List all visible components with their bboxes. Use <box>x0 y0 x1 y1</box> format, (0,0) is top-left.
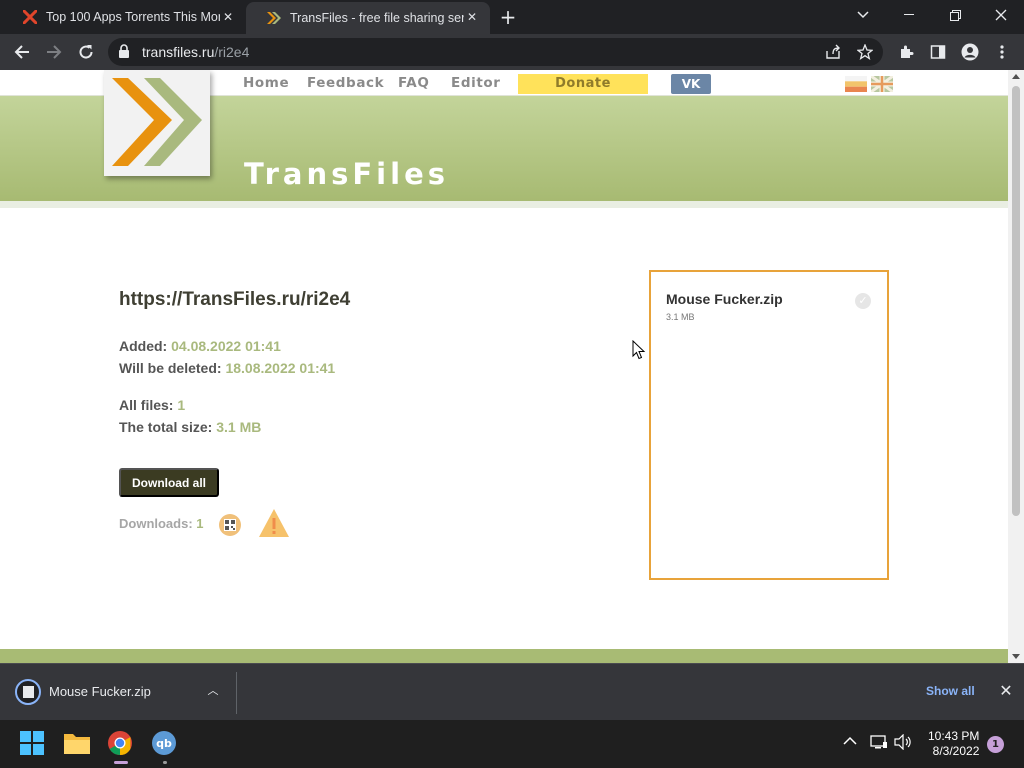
deleted-value: 18.08.2022 01:41 <box>225 360 336 376</box>
address-bar[interactable]: transfiles.ru/ri2e4 <box>108 38 883 66</box>
tab-close-icon[interactable]: ✕ <box>220 9 236 25</box>
site-name: TransFiles <box>244 157 449 191</box>
x-logo-icon <box>22 9 38 25</box>
browser-toolbar: transfiles.ru/ri2e4 <box>0 34 1024 70</box>
show-all-button[interactable]: Show all <box>926 684 975 698</box>
scrollbar-thumb[interactable] <box>1012 86 1020 516</box>
qr-code-icon[interactable] <box>219 514 241 536</box>
chrome-menu-icon[interactable] <box>990 40 1014 64</box>
files-value: 1 <box>177 397 186 413</box>
chrome-icon[interactable] <box>107 730 135 764</box>
downloads-value: 1 <box>196 516 204 531</box>
windows-start-icon[interactable] <box>19 730 47 758</box>
transfiles-chevrons-icon <box>112 78 202 166</box>
nav-faq[interactable]: FAQ <box>398 75 429 91</box>
restore-icon[interactable] <box>932 0 978 30</box>
donate-button[interactable]: Donate <box>518 74 648 94</box>
side-panel-icon[interactable] <box>926 40 950 64</box>
file-name[interactable]: Mouse Fucker.zip <box>666 291 783 307</box>
share-icon[interactable] <box>821 40 845 64</box>
extensions-icon[interactable] <box>894 40 918 64</box>
scroll-up-icon[interactable] <box>1012 74 1020 79</box>
vk-button[interactable]: VK <box>671 74 711 94</box>
nav-feedback[interactable]: Feedback <box>307 75 384 91</box>
tab-torrents[interactable]: Top 100 Apps Torrents This Mont ✕ <box>2 0 246 34</box>
windows-taskbar: qb 10:43 PM 8/3/2022 1 <box>0 720 1024 768</box>
tab-strip: Top 100 Apps Torrents This Mont ✕ TransF… <box>0 0 1024 34</box>
added-row: Added: 04.08.2022 01:41 <box>119 338 281 354</box>
file-list-panel: Mouse Fucker.zip 3.1 MB ✓ <box>649 270 889 580</box>
mouse-cursor-icon <box>632 339 646 360</box>
file-explorer-icon[interactable] <box>63 730 91 758</box>
reload-icon[interactable] <box>74 40 98 64</box>
download-all-button[interactable]: Download all <box>119 468 219 497</box>
scroll-down-icon[interactable] <box>1012 654 1020 659</box>
new-tab-icon[interactable]: + <box>498 7 518 27</box>
tray-chevron-up-icon[interactable] <box>843 734 857 750</box>
archive-file-icon <box>15 679 41 705</box>
deleted-label: Will be deleted: <box>119 360 222 376</box>
web-page: TransFiles Home Feedback FAQ Editor Dona… <box>0 70 1008 663</box>
site-footer-bar <box>0 649 1008 663</box>
files-row: All files: 1 <box>119 397 185 413</box>
nav-editor[interactable]: Editor <box>451 75 501 91</box>
files-label: All files: <box>119 397 174 413</box>
uk-flag-icon[interactable] <box>870 74 894 94</box>
page-scrollbar[interactable] <box>1008 70 1024 663</box>
notification-badge[interactable]: 1 <box>987 736 1004 753</box>
svg-text:qb: qb <box>156 737 172 750</box>
report-warning-icon[interactable] <box>258 508 290 538</box>
file-size: 3.1 MB <box>666 312 695 322</box>
transfiles-chevrons-icon <box>266 10 282 26</box>
shelf-divider <box>236 672 237 714</box>
share-link[interactable]: https://TransFiles.ru/ri2e4 <box>119 289 350 311</box>
tab-title: Top 100 Apps Torrents This Mont <box>46 10 220 24</box>
back-icon[interactable] <box>10 40 34 64</box>
minimize-icon[interactable] <box>886 0 932 30</box>
downloads-label: Downloads: <box>119 516 193 531</box>
site-logo[interactable] <box>104 70 210 176</box>
added-label: Added: <box>119 338 168 354</box>
tab-transfiles[interactable]: TransFiles - free file sharing servic ✕ <box>246 2 490 34</box>
clock-time: 10:43 PM <box>928 729 980 743</box>
chevron-up-icon[interactable]: ︿ <box>204 682 222 700</box>
tab-search-chevron-icon[interactable] <box>840 0 886 30</box>
nav-home[interactable]: Home <box>243 75 289 91</box>
forward-icon[interactable] <box>42 40 66 64</box>
window-close-icon[interactable] <box>978 0 1024 30</box>
russian-flag-icon[interactable] <box>845 76 867 92</box>
lock-icon[interactable] <box>118 44 132 60</box>
download-shelf: Mouse Fucker.zip ︿ Show all ✕ <box>0 663 1024 720</box>
added-value: 04.08.2022 01:41 <box>171 338 281 354</box>
tab-close-icon[interactable]: ✕ <box>464 9 480 25</box>
url-text: transfiles.ru/ri2e4 <box>142 44 250 60</box>
size-label: The total size: <box>119 419 213 435</box>
bookmark-star-icon[interactable] <box>853 40 877 64</box>
profile-icon[interactable] <box>958 40 982 64</box>
system-clock[interactable]: 10:43 PM 8/3/2022 <box>928 729 979 759</box>
download-file-name[interactable]: Mouse Fucker.zip <box>49 684 151 699</box>
size-row: The total size: 3.1 MB <box>119 419 261 435</box>
banner-divider <box>0 201 1008 208</box>
deleted-row: Will be deleted: 18.08.2022 01:41 <box>119 360 335 376</box>
close-shelf-icon[interactable]: ✕ <box>998 682 1014 700</box>
downloads-count: Downloads: 1 <box>119 516 204 531</box>
check-icon[interactable]: ✓ <box>855 293 871 309</box>
clock-date: 8/3/2022 <box>932 744 980 758</box>
size-value: 3.1 MB <box>216 419 262 435</box>
network-icon[interactable] <box>870 734 888 754</box>
qbittorrent-icon[interactable]: qb <box>151 730 179 764</box>
tab-title: TransFiles - free file sharing servic <box>290 11 464 25</box>
volume-icon[interactable] <box>894 733 912 754</box>
